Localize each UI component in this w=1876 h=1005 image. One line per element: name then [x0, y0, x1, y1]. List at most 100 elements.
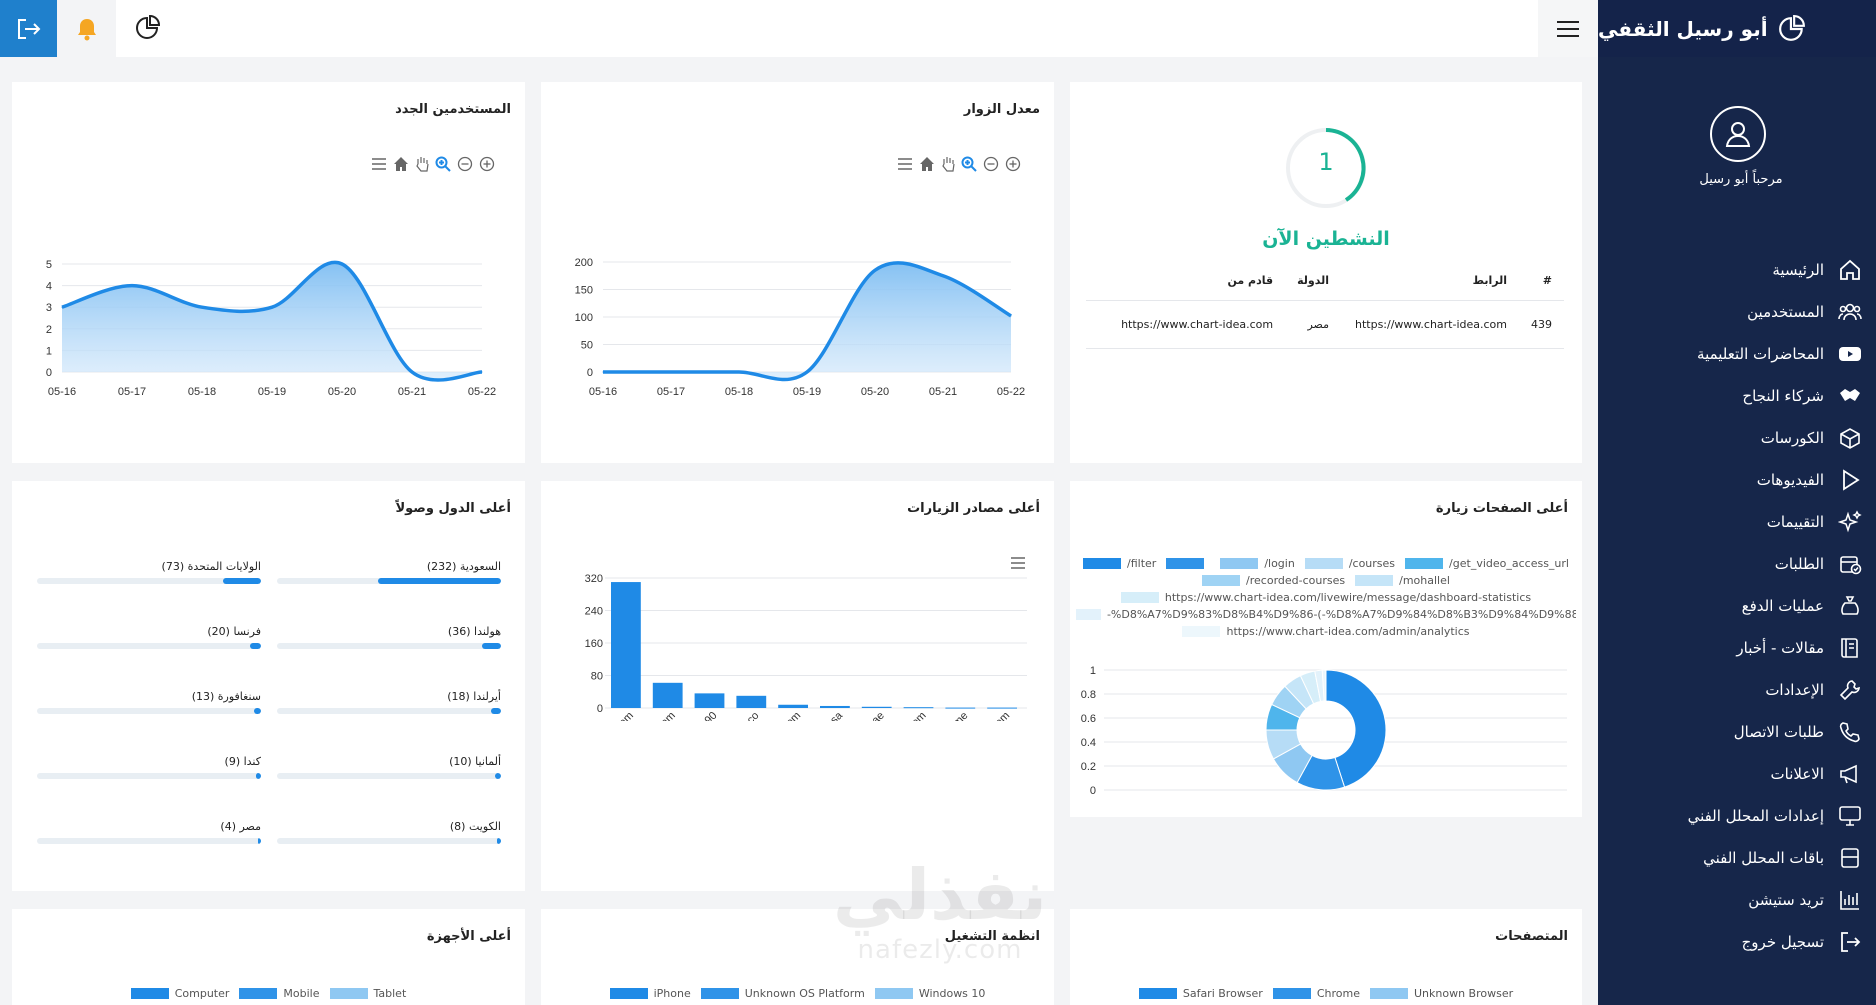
col-num: # [1519, 262, 1564, 301]
y-tick-label: 4 [46, 281, 52, 293]
legend-swatch [700, 988, 739, 999]
avatar[interactable] [1710, 106, 1766, 162]
zoom-out-icon[interactable] [457, 156, 473, 172]
browsers-title: المتصفحات [1495, 929, 1568, 944]
bar [652, 682, 683, 708]
data-point [341, 263, 343, 265]
brand[interactable]: أبو رسيل الثقفي [1598, 0, 1876, 57]
active-users-count: 1 [1318, 148, 1334, 176]
logout-button[interactable] [0, 0, 57, 57]
sidebar-item-label: شركاء النجاح [1742, 387, 1824, 405]
country-item: هولندا (36) [277, 625, 501, 649]
notifications-button[interactable] [57, 0, 116, 57]
home-icon[interactable] [393, 156, 409, 172]
new-users-title: المستخدمين الجدد [395, 102, 511, 117]
new-users-card: المستخدمين الجدد 0 1 2 3 4 5 05-16 05-17 05-18 05… [12, 82, 525, 463]
legend-item[interactable]: Unknown Browser [1370, 987, 1513, 1000]
country-item: السعودية (232) [277, 560, 501, 584]
sidebar-item-2[interactable]: المستخدمين [1598, 291, 1876, 333]
legend-item[interactable]: /courses [1304, 557, 1395, 570]
legend-item[interactable]: Chrome [1272, 987, 1360, 1000]
legend-item[interactable]: https://www.chart-idea.com/livewire/mess… [1120, 591, 1531, 604]
sidebar-item-7[interactable]: التقييمات [1598, 501, 1876, 543]
legend-item[interactable]: /mohallel [1355, 574, 1450, 587]
sidebar-item-12[interactable]: طلبات الاتصال [1598, 711, 1876, 753]
home-icon[interactable] [919, 156, 935, 172]
legend-item[interactable]: /filter [1083, 557, 1156, 570]
legend-item[interactable]: Unknown OS Platform [700, 987, 865, 1000]
bar [778, 704, 808, 708]
country-item: سنغافورة (13) [37, 690, 261, 714]
sidebar-item-10[interactable]: مقالات - أخبار [1598, 627, 1876, 669]
brand-logo-icon [1778, 14, 1805, 41]
sidebar-item-5[interactable]: الكورسات [1598, 417, 1876, 459]
menu-toggle-button[interactable] [1538, 0, 1598, 57]
legend-item[interactable]: /recorded-courses [1202, 574, 1345, 587]
legend-item[interactable]: https://www.chart-idea.com/admin/analyti… [1182, 625, 1470, 638]
country-progress-fill [249, 643, 261, 649]
legend-item[interactable]: Windows 10 [874, 987, 985, 1000]
plus-circle-icon[interactable] [1005, 156, 1021, 172]
sidebar-item-15[interactable]: باقات المحلل الفني [1598, 837, 1876, 879]
sidebar-item-4[interactable]: شركاء النجاح [1598, 375, 1876, 417]
monitor-icon [1838, 804, 1862, 828]
pan-hand-icon[interactable] [415, 156, 429, 172]
sidebar-item-6[interactable]: الفيديوهات [1598, 459, 1876, 501]
y-tick-label: 1 [46, 345, 52, 357]
sidebar-nav: الرئيسية المستخدمين المحاضرات التعليمية شرك… [1598, 249, 1876, 963]
legend-label: /filter [1127, 557, 1157, 570]
sidebar-item-13[interactable]: الاعلانات [1598, 753, 1876, 795]
y-tick-label: 0 [1090, 785, 1096, 797]
sidebar-item-1[interactable]: الرئيسية [1598, 249, 1876, 291]
sparkle-icon [1838, 510, 1862, 534]
sidebar-item-11[interactable]: الإعدادات [1598, 669, 1876, 711]
legend-swatch [1272, 988, 1311, 999]
traffic-sources-title: أعلى مصادر الزيارات [907, 501, 1040, 516]
legend-swatch [1355, 575, 1394, 586]
legend-swatch [329, 988, 368, 999]
chart-menu-icon[interactable] [1010, 556, 1026, 570]
sidebar-item-17[interactable]: تسجيل خروج [1598, 921, 1876, 963]
sidebar-item-3[interactable]: المحاضرات التعليمية [1598, 333, 1876, 375]
menu-icon[interactable] [371, 157, 387, 171]
menu-icon[interactable] [897, 157, 913, 171]
legend-label: Computer [174, 987, 230, 1000]
country-progress-fill [222, 578, 261, 584]
chart-toolbar [897, 156, 1021, 172]
legend-item[interactable]: /get_video_access_url [1405, 557, 1569, 570]
pan-hand-icon[interactable] [941, 156, 955, 172]
country-progress-track [277, 708, 501, 714]
legend-item[interactable]: Mobile [239, 987, 320, 1000]
table-row: 439 https://www.chart-idea.com مصر https… [1086, 300, 1564, 349]
zoom-in-icon[interactable] [961, 156, 977, 172]
legend-item[interactable]: /login [1220, 557, 1295, 570]
stats-button[interactable] [130, 10, 166, 46]
users-icon [1838, 300, 1862, 324]
bar [903, 707, 934, 709]
sidebar-item-14[interactable]: إعدادات المحلل الفني [1598, 795, 1876, 837]
x-tick-label: 05-18 [188, 386, 216, 398]
user-icon [1725, 122, 1751, 147]
legend-item[interactable]: -%D8%A7%D9%83%D8%B4%D9%86-(-%D8%A7%D9%84… [1076, 608, 1576, 621]
cell-link[interactable]: https://www.chart-idea.com [1341, 300, 1519, 349]
legend-item[interactable]: Safari Browser [1138, 987, 1263, 1000]
sidebar-item-label: المحاضرات التعليمية [1697, 345, 1824, 363]
legend-item[interactable]: Tablet [329, 987, 406, 1000]
legend-item[interactable] [1166, 558, 1210, 569]
zoom-out-icon[interactable] [983, 156, 999, 172]
sidebar-item-16[interactable]: تريد ستيشن [1598, 879, 1876, 921]
zoom-in-icon[interactable] [435, 156, 451, 172]
y-tick-label: 0.6 [1081, 713, 1096, 725]
country-item: ألمانيا (10) [277, 755, 501, 779]
sidebar-item-8[interactable]: الطلبات [1598, 543, 1876, 585]
x-tick-label: 05-17 [657, 386, 685, 398]
bar [694, 693, 725, 708]
y-tick-label: 50 [581, 340, 593, 352]
legend-item[interactable]: iPhone [609, 987, 691, 1000]
sidebar-item-9[interactable]: عمليات الدفع [1598, 585, 1876, 627]
plus-circle-icon[interactable] [479, 156, 495, 172]
cell-referrer[interactable]: https://www.chart-idea.com [1086, 300, 1286, 349]
legend-item[interactable]: Computer [130, 987, 230, 1000]
sidebar-item-label: الطلبات [1774, 555, 1824, 573]
sidebar-item-label: الإعدادات [1765, 681, 1824, 699]
